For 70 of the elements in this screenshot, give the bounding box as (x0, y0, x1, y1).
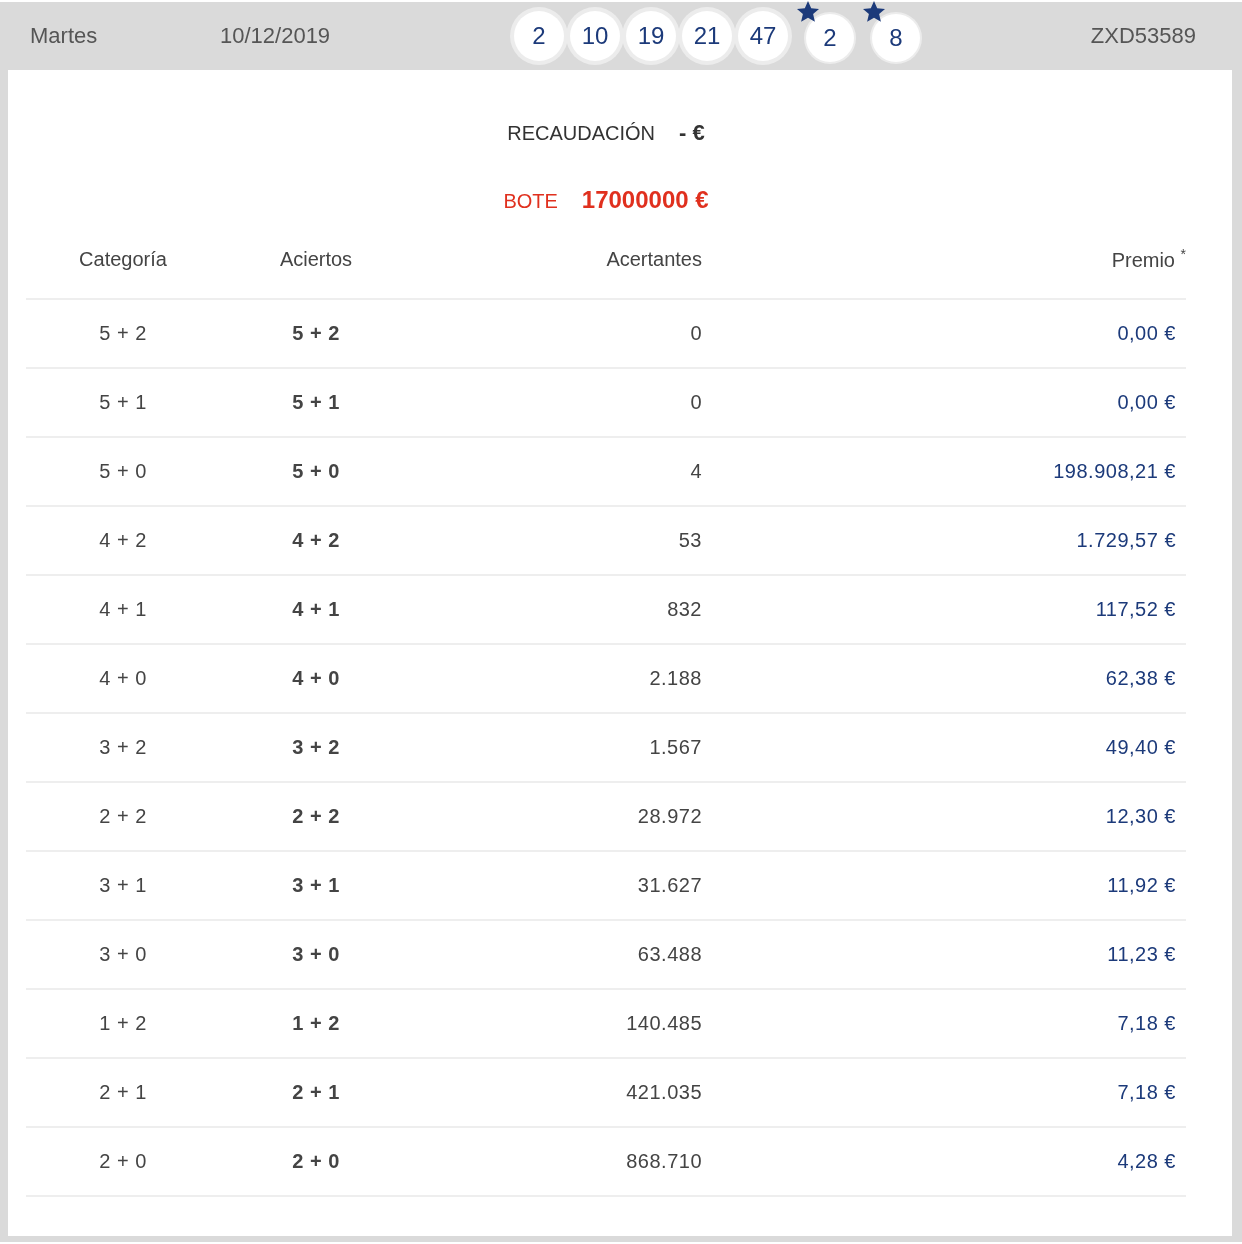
table-cell-text: 4 + 0 (291, 667, 341, 690)
column-header: Aciertos (278, 247, 354, 271)
table-cell-text: 2.188 (648, 667, 702, 690)
table-cell-text: 4 + 2 (291, 529, 341, 552)
table-cell-text: 2 + 2 (291, 805, 341, 828)
table-cell-text: 117,52 € (1094, 598, 1176, 621)
table-cell-text: 49,40 € (1104, 736, 1176, 759)
table-cell-text: 62,38 € (1104, 667, 1176, 690)
table-cell-text: 1 + 2 (98, 1012, 148, 1035)
table-cell-text: 0 (689, 391, 702, 414)
table-cell-text: 63.488 (636, 943, 702, 966)
table-cell-text: 1.567 (648, 736, 702, 759)
table-cell-text: 1 + 2 (291, 1012, 341, 1035)
jackpot-label: BOTE (503, 190, 558, 213)
draw-date: 10/12/2019 (220, 23, 332, 49)
table-cell-text: 2 + 2 (98, 805, 148, 828)
table-cell-text: 2 + 1 (98, 1081, 148, 1104)
table-cell-text: 4 (689, 460, 702, 483)
table-cell-text: 5 + 0 (98, 460, 148, 483)
number-ball: 47 (738, 11, 788, 61)
star-icon (796, 0, 820, 24)
column-header: Acertantes (605, 247, 702, 271)
table-cell-text: 11,23 € (1106, 943, 1176, 966)
table-cell-text: 5 + 1 (291, 391, 341, 414)
column-header: Categoría (78, 247, 168, 271)
collection-label: RECAUDACIÓN (507, 122, 656, 145)
draw-day: Martes (30, 23, 220, 49)
table-cell-text: 53 (677, 529, 702, 552)
table-cell-text: 2 + 0 (291, 1150, 341, 1173)
jackpot-value: 17000000 € (581, 186, 709, 214)
table-cell-text: 5 + 1 (98, 391, 148, 414)
table-cell-text: 4 + 2 (98, 529, 148, 552)
table-cell-text: 0,00 € (1116, 322, 1176, 345)
number-ball: 19 (626, 11, 676, 61)
table-cell-text: 421.035 (625, 1081, 702, 1104)
table-cell-text: 140.485 (625, 1012, 702, 1035)
table-cell-text: 198.908,21 € (1052, 460, 1176, 483)
table-cell-text: 7,18 € (1116, 1012, 1176, 1035)
table-cell-text: 3 + 0 (291, 943, 341, 966)
table-cell-text: 12,30 € (1104, 805, 1176, 828)
table-cell-text: 3 + 1 (98, 874, 148, 897)
table-cell-text: 2 + 0 (98, 1150, 148, 1173)
table-cell-text: 5 + 2 (291, 322, 341, 345)
table-cell-text: 3 + 2 (291, 736, 341, 759)
number-ball: 21 (682, 11, 732, 61)
table-cell-text: 868.710 (625, 1150, 702, 1173)
collection-value: - € (679, 120, 705, 146)
table-cell-text: 4 + 1 (98, 598, 148, 621)
number-ball: 10 (570, 11, 620, 61)
table-cell-text: 1.729,57 € (1075, 529, 1176, 552)
table-cell-text: 3 + 1 (291, 874, 341, 897)
table-cell-text: 3 + 0 (98, 943, 148, 966)
table-cell-text: 31.627 (636, 874, 702, 897)
table-cell-text: 3 + 2 (98, 736, 148, 759)
table-cell-text: 4,28 € (1116, 1150, 1176, 1173)
table-cell-text: 4 + 0 (98, 667, 148, 690)
table-cell-text: 28.972 (636, 805, 702, 828)
column-header: Premio $^{*}$ (1110, 246, 1186, 272)
table-cell-text: 5 + 2 (98, 322, 148, 345)
star-icon (862, 0, 886, 24)
ticket-code: ZXD53589 (1090, 23, 1196, 49)
table-cell-text: 832 (666, 598, 702, 621)
table-cell-text: 0,00 € (1116, 391, 1176, 414)
table-cell-text: 0 (689, 322, 702, 345)
table-cell-text: 2 + 1 (291, 1081, 341, 1104)
table-cell-text: 4 + 1 (291, 598, 341, 621)
table-cell-text: 7,18 € (1116, 1081, 1176, 1104)
number-ball: 2 (514, 11, 564, 61)
table-cell-text: 11,92 € (1106, 874, 1176, 897)
table-cell-text: 5 + 0 (291, 460, 341, 483)
